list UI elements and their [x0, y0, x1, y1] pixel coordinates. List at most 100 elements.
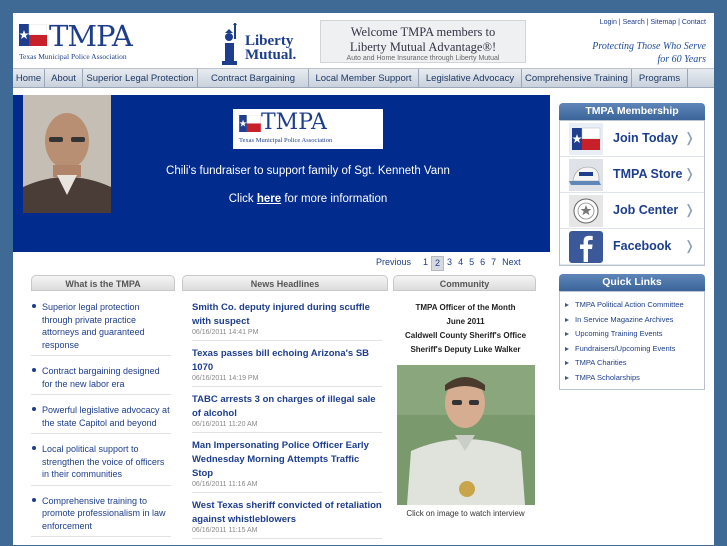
pager-previous[interactable]: Previous [373, 256, 414, 271]
list-item[interactable]: Local political support to strengthen th… [31, 443, 171, 486]
search-link[interactable]: Search [623, 19, 645, 26]
community-panel: TMPA Officer of the Month June 2011 Cald… [394, 301, 537, 518]
community-heading: TMPA Officer of the Month [415, 303, 516, 312]
login-link[interactable]: Login [600, 19, 617, 26]
badge-icon [569, 195, 603, 227]
list-item[interactable]: Comprehensive training to promote profes… [31, 495, 171, 537]
nav-local-member-support[interactable]: Local Member Support [309, 69, 419, 88]
main-nav: Home About Superior Legal Protection Con… [13, 68, 714, 88]
liberty-mutual-logo[interactable]: Liberty Mutual. [217, 23, 327, 65]
tab-what-is-tmpa[interactable]: What is the TMPA [31, 275, 175, 291]
arrow-right-icon [565, 361, 569, 365]
news-timestamp: 06/16/2011 14:41 PM [192, 329, 259, 336]
hero-slideshow[interactable]: TMPA Texas Municipal Police Association … [13, 95, 550, 252]
news-timestamp: 06/16/2011 11:20 AM [192, 421, 258, 428]
nav-programs[interactable]: Programs [632, 69, 688, 88]
quick-link[interactable]: TMPA Scholarships [560, 371, 704, 386]
news-item: Man Impersonating Police Officer Early W… [192, 439, 382, 493]
quick-links-list: TMPA Political Action Committee In Servi… [559, 291, 705, 390]
quick-link[interactable]: In Service Magazine Archives [560, 313, 704, 328]
tmpa-store-label: TMPA Store [613, 167, 683, 181]
quick-link[interactable]: TMPA Political Action Committee [560, 298, 704, 313]
quick-link[interactable]: Fundraisers/Upcoming Events [560, 342, 704, 357]
quick-link[interactable]: TMPA Charities [560, 356, 704, 371]
tmpa-store-link[interactable]: TMPA Store ❭ [560, 157, 704, 193]
news-title-link[interactable]: Smith Co. deputy injured during scuffle … [192, 301, 382, 329]
nav-home[interactable]: Home [13, 69, 45, 88]
click-suffix: for more information [281, 193, 388, 205]
arrow-right-icon [565, 303, 569, 307]
news-timestamp: 06/16/2011 11:16 AM [192, 481, 258, 488]
chevron-right-icon: ❭ [684, 130, 695, 145]
pager-page-2[interactable]: 2 [431, 256, 445, 271]
news-title-link[interactable]: West Texas sheriff convicted of retaliat… [192, 499, 382, 527]
bullet-icon [32, 497, 36, 502]
nav-legal-protection[interactable]: Superior Legal Protection [83, 69, 198, 88]
news-title-link[interactable]: Man Impersonating Police Officer Early W… [192, 439, 382, 481]
list-item-text: Contract bargaining designed for the new… [42, 366, 160, 389]
quick-links-title: Quick Links [559, 274, 705, 291]
officer-image [396, 365, 535, 505]
logo-subtitle: Texas Municipal Police Association [19, 52, 127, 61]
welcome-line3: Auto and Home Insurance through Liberty … [346, 55, 500, 62]
sitemap-link[interactable]: Sitemap [650, 19, 676, 26]
hero-logo-subtitle: Texas Municipal Police Association [239, 137, 333, 144]
facebook-label: Facebook [613, 239, 672, 253]
pager-page-6[interactable]: 6 [477, 256, 488, 271]
hero-headline: Chili's fundraiser to support family of … [166, 165, 450, 177]
list-item[interactable]: Contract bargaining designed for the new… [31, 365, 171, 395]
pager-page-1[interactable]: 1 [420, 256, 431, 271]
welcome-line2: Liberty Mutual Advantage®! [349, 40, 497, 54]
job-center-label: Job Center [613, 203, 679, 217]
job-center-link[interactable]: Job Center ❭ [560, 193, 704, 229]
pager-page-4[interactable]: 4 [455, 256, 466, 271]
hero-tmpa-logo: TMPA Texas Municipal Police Association [233, 109, 383, 149]
pager-page-3[interactable]: 3 [444, 256, 455, 271]
hero-here-link[interactable]: here [257, 193, 281, 205]
pager-next[interactable]: Next [499, 256, 524, 271]
welcome-line1: Welcome TMPA members to [350, 25, 496, 39]
tagline-line1: Protecting Those Who Serve [592, 41, 706, 52]
quick-link-label: Upcoming Training Events [575, 329, 663, 338]
pager-page-5[interactable]: 5 [466, 256, 477, 271]
join-today-label: Join Today [613, 131, 679, 145]
news-list: Smith Co. deputy injured during scuffle … [192, 301, 382, 545]
membership-panel: Join Today ❭ TMPA Store ❭ Job Center ❭ F… [559, 120, 705, 266]
right-sidebar: TMPA Membership Join Today ❭ TMPA Store … [559, 103, 705, 390]
portrait-image [23, 95, 111, 213]
news-title-link[interactable]: Texas passes bill echoing Arizona's SB 1… [192, 347, 382, 375]
contact-link[interactable]: Contact [682, 19, 706, 26]
quick-link[interactable]: Upcoming Training Events [560, 327, 704, 342]
tmpa-logo[interactable]: TMPA Texas Municipal Police Association [19, 19, 149, 63]
tagline: Protecting Those Who Serve for 60 Years [576, 40, 706, 66]
community-agency: Caldwell County Sheriff's Office [404, 331, 527, 340]
nav-contract-bargaining[interactable]: Contract Bargaining [198, 69, 309, 88]
news-title-link[interactable]: TABC arrests 3 on charges of illegal sal… [192, 393, 382, 421]
quick-link-label: TMPA Charities [575, 358, 627, 367]
tab-community[interactable]: Community [393, 275, 536, 291]
partner-name-line2: Mutual. [245, 47, 297, 63]
membership-title: TMPA Membership [559, 103, 705, 120]
photo-caption: Click on image to watch interview [406, 509, 525, 518]
list-item-text: Superior legal protection through privat… [42, 302, 145, 350]
chevron-right-icon: ❭ [684, 238, 695, 253]
quick-link-label: In Service Magazine Archives [575, 314, 674, 324]
facebook-link[interactable]: Facebook ❭ [560, 229, 704, 265]
join-today-link[interactable]: Join Today ❭ [560, 121, 704, 157]
facebook-icon [569, 231, 603, 263]
texas-flag-icon [19, 24, 47, 46]
nav-about[interactable]: About [45, 69, 83, 88]
pager-page-7[interactable]: 7 [488, 256, 499, 271]
nav-comprehensive-training[interactable]: Comprehensive Training [522, 69, 632, 88]
bullet-icon [32, 446, 36, 450]
list-item[interactable]: Superior legal protection through privat… [31, 301, 171, 356]
list-item-text: Comprehensive training to promote profes… [42, 495, 166, 531]
tab-news-headlines[interactable]: News Headlines [182, 275, 388, 291]
list-item[interactable]: Powerful legislative advocacy at the sta… [31, 404, 171, 434]
welcome-banner[interactable]: Welcome TMPA members to Liberty Mutual A… [320, 20, 526, 63]
bullet-icon [32, 368, 36, 372]
chevron-right-icon: ❭ [684, 202, 695, 217]
community-officer: Sheriff's Deputy Luke Walker [410, 345, 521, 354]
officer-photo[interactable] [396, 365, 535, 505]
nav-legislative-advocacy[interactable]: Legislative Advocacy [419, 69, 522, 88]
